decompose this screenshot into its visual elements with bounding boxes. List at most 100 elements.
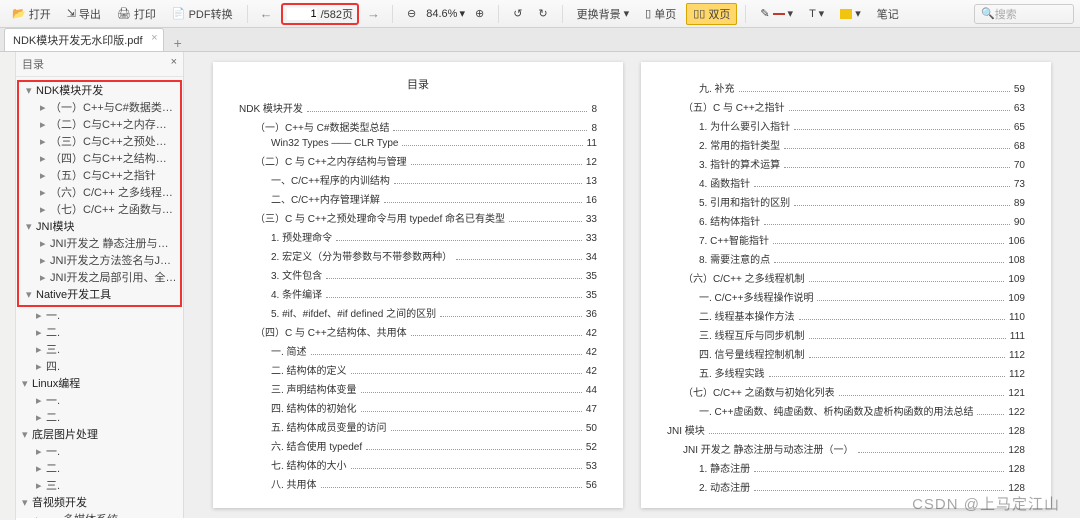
- tree-node[interactable]: ▸（二）C与C++之内存结构与管理: [20, 117, 179, 134]
- toc-entry[interactable]: 五. 多线程实践112: [667, 365, 1025, 380]
- tree-node[interactable]: ▸（一）C++与C#数据类型总结: [20, 100, 179, 117]
- toc-entry[interactable]: 一. 简述42: [239, 343, 597, 358]
- toc-entry[interactable]: 5. #if、#ifdef、#if defined 之间的区别36: [239, 305, 597, 320]
- toc-entry[interactable]: 8. 需要注意的点108: [667, 251, 1025, 266]
- collapse-icon[interactable]: ▾: [26, 220, 36, 235]
- open-button[interactable]: 📂 打开: [6, 4, 57, 24]
- toc-entry[interactable]: NDK 模块开发8: [239, 100, 597, 115]
- toc-leader: [336, 240, 582, 241]
- toc-entry[interactable]: 1. 预处理命令33: [239, 229, 597, 244]
- tree-node[interactable]: ▸二.: [16, 410, 183, 427]
- toc-entry[interactable]: 二、C/C++内存管理详解16: [239, 191, 597, 206]
- toc-entry[interactable]: （三）C 与 C++之预处理命令与用 typedef 命名已有类型33: [239, 210, 597, 225]
- toc-entry[interactable]: 二. 结构体的定义42: [239, 362, 597, 377]
- tree-node[interactable]: ▸（七）C/C++ 之函数与初始化列表: [20, 202, 179, 219]
- toc-entry[interactable]: 4. 函数指针73: [667, 175, 1025, 190]
- toc-entry[interactable]: （二）C 与 C++之内存结构与管理12: [239, 153, 597, 168]
- toc-entry[interactable]: 三. 声明结构体变量44: [239, 381, 597, 396]
- toc-entry[interactable]: 三. 线程互斥与同步机制111: [667, 327, 1025, 342]
- pdfconv-button[interactable]: 📄 PDF转换: [166, 4, 239, 24]
- tree-node[interactable]: ▾Linux编程: [16, 376, 183, 393]
- zoom-in-button[interactable]: ⊕: [469, 5, 490, 22]
- toc-entry[interactable]: 1. 静态注册128: [667, 460, 1025, 475]
- toc-entry[interactable]: 九. 补充59: [667, 80, 1025, 95]
- tree-node[interactable]: ▸三.: [16, 478, 183, 495]
- note-button[interactable]: 笔记: [871, 4, 905, 24]
- highlight-yellow[interactable]: ▾: [834, 5, 867, 22]
- toc-entry[interactable]: 八. 共用体56: [239, 476, 597, 491]
- tree-node[interactable]: ▸一.: [16, 444, 183, 461]
- collapse-icon[interactable]: ▾: [26, 84, 36, 99]
- highlight-red[interactable]: ✎ ▾: [754, 5, 799, 22]
- tree-node[interactable]: ▾NDK模块开发: [20, 83, 179, 100]
- tree-node[interactable]: ▸三.: [16, 342, 183, 359]
- tree-node[interactable]: ▸二.: [16, 325, 183, 342]
- single-page-button[interactable]: ▯ 单页: [639, 4, 682, 24]
- rotate-left-button[interactable]: ↺: [507, 5, 528, 22]
- bgchange-button[interactable]: 更换背景 ▾: [571, 4, 636, 24]
- toc-entry[interactable]: （六）C/C++ 之多线程机制109: [667, 270, 1025, 285]
- tree-node[interactable]: ▸（三）C与C++之预处理命令与用typedef: [20, 134, 179, 151]
- toc-entry[interactable]: 一. C++虚函数、纯虚函数、析构函数及虚析构函数的用法总结122: [667, 403, 1025, 418]
- toc-entry[interactable]: 一、C/C++程序的内训结构13: [239, 172, 597, 187]
- toc-entry[interactable]: 四. 信号量线程控制机制112: [667, 346, 1025, 361]
- doc-tab[interactable]: NDK模块开发无水印版.pdf ×: [4, 28, 164, 51]
- toc-entry[interactable]: 5. 引用和指针的区别89: [667, 194, 1025, 209]
- toc-entry[interactable]: 一. C/C++多线程操作说明109: [667, 289, 1025, 304]
- tree-node[interactable]: ▸一. 多媒体系统: [16, 512, 183, 518]
- toc-entry[interactable]: 2. 常用的指针类型68: [667, 137, 1025, 152]
- tree-node[interactable]: ▸四.: [16, 359, 183, 376]
- tree-node[interactable]: ▾底层图片处理: [16, 427, 183, 444]
- toc-title: （六）C/C++ 之多线程机制: [683, 270, 805, 285]
- tree-node[interactable]: ▾Native开发工具: [20, 287, 179, 304]
- export-button[interactable]: ⇲ 导出: [61, 4, 107, 24]
- collapse-icon[interactable]: ▾: [26, 288, 36, 303]
- tree-node[interactable]: ▸二.: [16, 461, 183, 478]
- toc-entry[interactable]: 1. 为什么要引入指针65: [667, 118, 1025, 133]
- toc-entry[interactable]: （四）C 与 C++之结构体、共用体42: [239, 324, 597, 339]
- rotate-right-button[interactable]: ↻: [532, 5, 553, 22]
- toc-entry[interactable]: JNI 开发之 静态注册与动态注册（一）128: [667, 441, 1025, 456]
- toc-leader: [789, 110, 1010, 111]
- toc-entry[interactable]: 6. 结构体指针90: [667, 213, 1025, 228]
- toc-entry[interactable]: 七. 结构体的大小53: [239, 457, 597, 472]
- tree-node[interactable]: ▸（六）C/C++ 之多线程机制: [20, 185, 179, 202]
- tree-node[interactable]: ▸JNI开发之局部引用、全局引用和弱全局引: [20, 270, 179, 287]
- double-page-button[interactable]: ▯▯ 双页: [686, 3, 737, 25]
- toc-entry[interactable]: 二. 线程基本操作方法110: [667, 308, 1025, 323]
- tree-node[interactable]: ▸JNI开发之方法签名与Java通信（二）: [20, 253, 179, 270]
- toc-entry[interactable]: JNI 模块128: [667, 422, 1025, 437]
- toc-entry[interactable]: 3. 指针的算术运算70: [667, 156, 1025, 171]
- tree-node[interactable]: ▸（四）C与C++之结构体、共用体: [20, 151, 179, 168]
- print-button[interactable]: 🖨 打印: [111, 4, 162, 24]
- tree-node[interactable]: ▸（五）C与C++之指针: [20, 168, 179, 185]
- toc-entry[interactable]: 4. 条件编译35: [239, 286, 597, 301]
- text-tool[interactable]: T ▾: [803, 5, 830, 22]
- toc-entry[interactable]: 3. 文件包含35: [239, 267, 597, 282]
- toc-entry[interactable]: 2. 动态注册128: [667, 479, 1025, 494]
- tree-node[interactable]: ▾JNI模块: [20, 219, 179, 236]
- new-tab-button[interactable]: +: [168, 35, 188, 51]
- sidebar-close-icon[interactable]: ×: [171, 56, 177, 72]
- toc-entry[interactable]: 六. 结合使用 typedef52: [239, 438, 597, 453]
- toc-entry[interactable]: 五. 结构体成员变量的访问50: [239, 419, 597, 434]
- toc-entry[interactable]: 四. 结构体的初始化47: [239, 400, 597, 415]
- next-page-button[interactable]: →: [363, 6, 384, 21]
- tree-node[interactable]: ▾音视频开发: [16, 495, 183, 512]
- tree-node[interactable]: ▸一.: [16, 393, 183, 410]
- page-input[interactable]: [287, 8, 317, 20]
- toc-entry[interactable]: （一）C++与 C#数据类型总结8: [239, 119, 597, 134]
- tree-node[interactable]: ▸一.: [16, 308, 183, 325]
- toc-entry[interactable]: 2. 宏定义（分为带参数与不带参数两种）34: [239, 248, 597, 263]
- toc-entry[interactable]: Win32 Types —— CLR Type11: [239, 138, 597, 149]
- prev-page-button[interactable]: ←: [256, 6, 277, 21]
- toc-entry[interactable]: （五）C 与 C++之指针63: [667, 99, 1025, 114]
- zoom-out-button[interactable]: ⊖: [401, 5, 422, 22]
- search-box[interactable]: 🔍 搜索: [974, 4, 1074, 24]
- zoom-select[interactable]: 84.6% ▾: [426, 7, 465, 20]
- toc-entry[interactable]: 7. C++智能指针106: [667, 232, 1025, 247]
- toc-entry[interactable]: （七）C/C++ 之函数与初始化列表121: [667, 384, 1025, 399]
- tree-node[interactable]: ▸JNI开发之 静态注册与动态注册（一）: [20, 236, 179, 253]
- toc-leader: [366, 449, 582, 450]
- close-tab-icon[interactable]: ×: [151, 32, 157, 44]
